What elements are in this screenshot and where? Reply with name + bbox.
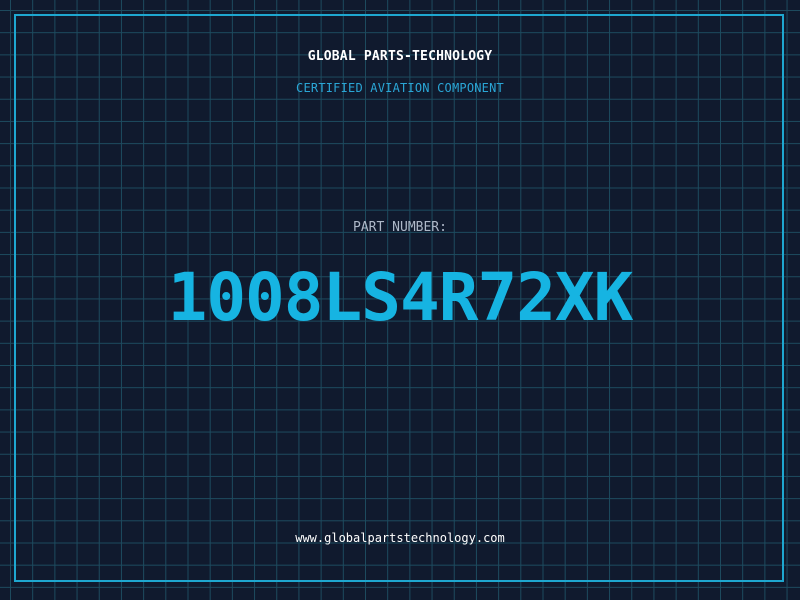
website-url: www.globalpartstechnology.com (295, 531, 505, 545)
part-number-label: PART NUMBER: (353, 220, 447, 235)
brand-title: GLOBAL PARTS-TECHNOLOGY (307, 49, 493, 64)
grid-background: GLOBAL PARTS-TECHNOLOGY CERTIFIED AVIATI… (0, 0, 800, 600)
part-number-value: 1008LS4R72XK (167, 259, 634, 336)
brand-subtitle: CERTIFIED AVIATION COMPONENT (296, 81, 504, 95)
